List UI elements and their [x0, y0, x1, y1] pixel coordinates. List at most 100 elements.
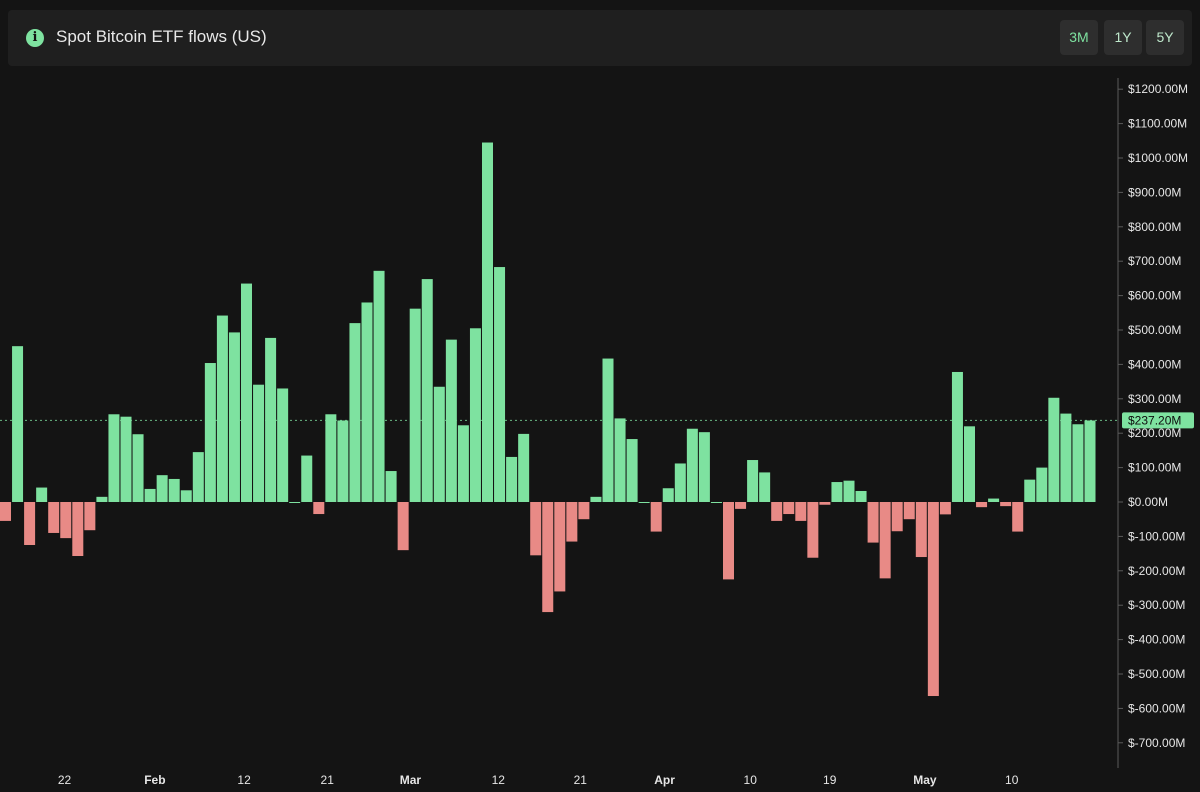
- bar[interactable]: [976, 502, 988, 508]
- bar[interactable]: [494, 267, 506, 502]
- bar[interactable]: [554, 502, 566, 592]
- bar[interactable]: [0, 502, 11, 521]
- bar[interactable]: [891, 502, 903, 532]
- bar[interactable]: [819, 502, 831, 505]
- bar[interactable]: [783, 502, 795, 515]
- bar[interactable]: [385, 471, 397, 502]
- bar[interactable]: [168, 478, 180, 502]
- bar[interactable]: [1012, 502, 1024, 532]
- bar[interactable]: [277, 388, 289, 502]
- bar[interactable]: [614, 418, 626, 502]
- bar[interactable]: [843, 480, 855, 502]
- bar[interactable]: [24, 502, 36, 545]
- bar[interactable]: [228, 332, 240, 502]
- bar[interactable]: [204, 363, 216, 502]
- bar[interactable]: [96, 496, 108, 502]
- x-tick-label: Feb: [144, 773, 165, 787]
- bar[interactable]: [590, 496, 602, 502]
- bar[interactable]: [903, 502, 915, 520]
- bar[interactable]: [482, 142, 493, 502]
- bar[interactable]: [578, 502, 590, 520]
- bar[interactable]: [409, 308, 421, 502]
- x-tick-label: 21: [574, 773, 588, 787]
- bar[interactable]: [602, 358, 614, 502]
- bar[interactable]: [723, 502, 734, 580]
- bar[interactable]: [530, 502, 542, 556]
- bar[interactable]: [60, 502, 72, 539]
- bar[interactable]: [506, 456, 518, 502]
- bar[interactable]: [120, 416, 132, 502]
- bar[interactable]: [566, 502, 578, 542]
- bar[interactable]: [855, 490, 867, 502]
- bar[interactable]: [1072, 424, 1084, 502]
- bar[interactable]: [795, 502, 807, 521]
- bar[interactable]: [132, 434, 144, 502]
- bar[interactable]: [1048, 397, 1060, 502]
- bar[interactable]: [771, 502, 783, 521]
- bar[interactable]: [36, 487, 48, 502]
- bar[interactable]: [542, 502, 554, 613]
- bar[interactable]: [156, 475, 168, 502]
- x-tick-label: 12: [492, 773, 506, 787]
- bar[interactable]: [1084, 420, 1096, 502]
- bar[interactable]: [759, 472, 771, 502]
- bar[interactable]: [879, 502, 891, 579]
- bar[interactable]: [988, 498, 1000, 502]
- bar[interactable]: [650, 502, 662, 532]
- bar[interactable]: [686, 428, 698, 502]
- x-tick-label: 19: [823, 773, 837, 787]
- bar[interactable]: [349, 323, 361, 502]
- bar[interactable]: [84, 502, 96, 531]
- bar[interactable]: [433, 386, 445, 502]
- bar[interactable]: [216, 315, 228, 502]
- bar[interactable]: [373, 270, 385, 502]
- bar[interactable]: [518, 433, 530, 502]
- bar[interactable]: [1000, 502, 1012, 507]
- bar[interactable]: [361, 302, 373, 502]
- bar[interactable]: [939, 502, 951, 515]
- bar[interactable]: [192, 452, 204, 502]
- bar[interactable]: [915, 502, 927, 558]
- bar[interactable]: [180, 490, 192, 502]
- bar[interactable]: [144, 488, 156, 502]
- bar[interactable]: [867, 502, 879, 543]
- bar[interactable]: [1024, 479, 1036, 502]
- bar[interactable]: [241, 283, 252, 502]
- bar[interactable]: [289, 502, 301, 503]
- bar[interactable]: [325, 414, 337, 502]
- y-tick-label: $1000.00M: [1128, 151, 1188, 165]
- bar[interactable]: [253, 384, 265, 502]
- x-tick-label: 12: [237, 773, 251, 787]
- bar[interactable]: [964, 426, 975, 502]
- bar[interactable]: [710, 502, 722, 503]
- current-value-marker: $237.20M: [1122, 412, 1194, 429]
- bar[interactable]: [662, 488, 674, 502]
- bar[interactable]: [951, 371, 963, 502]
- bar[interactable]: [337, 420, 349, 502]
- bar[interactable]: [747, 460, 759, 502]
- bar[interactable]: [735, 502, 747, 509]
- bar[interactable]: [1060, 413, 1072, 502]
- bar[interactable]: [301, 455, 313, 502]
- bar[interactable]: [674, 463, 686, 502]
- bar[interactable]: [457, 425, 469, 502]
- y-tick-label: $900.00M: [1128, 185, 1181, 199]
- bar[interactable]: [12, 346, 24, 502]
- bar[interactable]: [638, 502, 650, 503]
- bar[interactable]: [1036, 467, 1048, 502]
- bar[interactable]: [831, 482, 843, 502]
- x-axis-ticks: 22 Feb 12 21 Mar 12 21 Apr 10 19 May 10: [58, 773, 1019, 787]
- bar[interactable]: [807, 502, 819, 558]
- bar[interactable]: [108, 414, 120, 502]
- bar[interactable]: [469, 328, 481, 502]
- bar[interactable]: [626, 439, 638, 502]
- bar[interactable]: [698, 432, 710, 502]
- bar[interactable]: [421, 279, 433, 502]
- bar[interactable]: [72, 502, 84, 557]
- bar[interactable]: [927, 502, 939, 697]
- y-tick-label: $-700.00M: [1128, 736, 1185, 750]
- y-tick-label: $-500.00M: [1128, 667, 1185, 681]
- bar[interactable]: [397, 502, 409, 551]
- bar[interactable]: [313, 502, 325, 515]
- bar[interactable]: [48, 502, 60, 533]
